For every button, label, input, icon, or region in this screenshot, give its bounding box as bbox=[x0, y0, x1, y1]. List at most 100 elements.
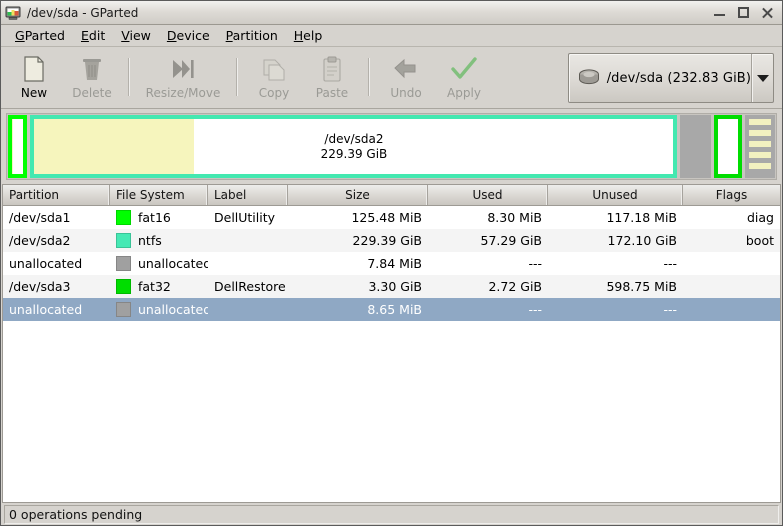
table-row[interactable]: /dev/sda1 fat16 DellUtility 125.48 MiB 8.30 … bbox=[3, 206, 780, 229]
menu-gparted-label: Parted bbox=[24, 28, 65, 43]
column-header-size[interactable]: Size bbox=[288, 185, 428, 205]
filesystem-color-swatch bbox=[116, 256, 131, 271]
maximize-button[interactable] bbox=[736, 5, 751, 20]
device-selector[interactable]: /dev/sda (232.83 GiB) bbox=[567, 53, 774, 103]
cell-partition: unallocated bbox=[9, 256, 83, 271]
status-bar: 0 operations pending bbox=[1, 503, 782, 525]
table-row[interactable]: unallocated unallocated 8.65 MiB --- --- bbox=[3, 298, 780, 321]
cell-filesystem: fat32 bbox=[110, 279, 208, 294]
cell-partition: /dev/sda2 bbox=[9, 233, 71, 248]
menu-device[interactable]: Device bbox=[159, 26, 218, 45]
paste-button[interactable]: Paste bbox=[303, 50, 361, 106]
apply-button[interactable]: Apply bbox=[435, 50, 493, 106]
copy-icon bbox=[259, 55, 289, 83]
used-space-fill bbox=[12, 119, 13, 174]
toolbar: New Delete Resize/Move Copy Paste Undo A… bbox=[1, 47, 782, 109]
table-row[interactable]: unallocated unallocated 7.84 MiB --- --- bbox=[3, 252, 780, 275]
trash-can-icon bbox=[77, 55, 107, 83]
toolbar-separator-3 bbox=[368, 58, 370, 96]
menu-edit-label: dit bbox=[88, 28, 106, 43]
column-header-partition[interactable]: Partition bbox=[3, 185, 110, 205]
cell-size: 229.39 GiB bbox=[352, 233, 422, 248]
cell-size: 8.65 MiB bbox=[367, 302, 422, 317]
filesystem-name: fat32 bbox=[138, 279, 171, 294]
cell-filesystem: ntfs bbox=[110, 233, 208, 248]
disk-segment-sda3[interactable] bbox=[714, 115, 743, 178]
segment-size: 229.39 GiB bbox=[320, 146, 388, 161]
delete-button[interactable]: Delete bbox=[63, 50, 121, 106]
partition-table-body: /dev/sda1 fat16 DellUtility 125.48 MiB 8.30 … bbox=[3, 206, 780, 502]
toolbar-separator-1 bbox=[128, 58, 130, 96]
partition-table-header: Partition File System Label Size Used Unused F… bbox=[3, 185, 780, 206]
menu-edit[interactable]: Edit bbox=[73, 26, 113, 45]
table-row[interactable]: /dev/sda3 fat32 DellRestore 3.30 GiB 2.72 Gi… bbox=[3, 275, 780, 298]
disk-segment-label: /dev/sda2 229.39 GiB bbox=[321, 132, 388, 162]
disk-segment-sda2[interactable]: /dev/sda2 229.39 GiB bbox=[30, 115, 678, 178]
cell-used: 8.30 MiB bbox=[487, 210, 542, 225]
gparted-monitor-icon bbox=[5, 5, 21, 21]
new-button-label: New bbox=[20, 86, 48, 100]
cell-label: DellUtility bbox=[214, 210, 276, 225]
cell-unused: 117.18 MiB bbox=[606, 210, 677, 225]
device-selector-main[interactable]: /dev/sda (232.83 GiB) bbox=[569, 68, 751, 89]
clipboard-paste-icon bbox=[317, 55, 347, 83]
disk-segment-unallocated-4[interactable] bbox=[745, 115, 775, 178]
chevron-down-icon[interactable] bbox=[751, 54, 773, 102]
cell-used: --- bbox=[528, 302, 542, 317]
disk-segment-unallocated-2[interactable] bbox=[680, 115, 712, 178]
disk-graphic: /dev/sda2 229.39 GiB bbox=[6, 113, 777, 180]
cell-size: 125.48 MiB bbox=[351, 210, 422, 225]
used-space-fill bbox=[34, 119, 195, 174]
apply-check-icon bbox=[449, 55, 479, 83]
column-header-label[interactable]: Label bbox=[208, 185, 288, 205]
cell-filesystem: unallocated bbox=[110, 256, 208, 271]
copy-button-label: Copy bbox=[258, 86, 290, 100]
undo-arrow-icon bbox=[391, 55, 421, 83]
menu-help[interactable]: Help bbox=[286, 26, 331, 45]
minimize-button[interactable] bbox=[712, 5, 727, 20]
resize-move-icon bbox=[168, 55, 198, 83]
window-title: /dev/sda - GParted bbox=[27, 5, 139, 20]
cell-unused: 598.75 MiB bbox=[606, 279, 677, 294]
gparted-window: /dev/sda - GParted GParted Edit View Dev… bbox=[0, 0, 783, 526]
close-button[interactable] bbox=[760, 5, 775, 20]
menu-partition[interactable]: Partition bbox=[218, 26, 286, 45]
filesystem-name: unallocated bbox=[138, 256, 208, 271]
cell-partition: unallocated bbox=[9, 302, 83, 317]
filesystem-name: ntfs bbox=[138, 233, 162, 248]
cell-size: 7.84 MiB bbox=[367, 256, 422, 271]
resize-move-button[interactable]: Resize/Move bbox=[137, 50, 229, 106]
hard-disk-icon bbox=[577, 68, 601, 89]
menu-gparted[interactable]: GParted bbox=[7, 26, 73, 45]
menu-device-label: evice bbox=[176, 28, 210, 43]
table-row[interactable]: /dev/sda2 ntfs 229.39 GiB 57.29 GiB 172.10 G… bbox=[3, 229, 780, 252]
column-header-flags[interactable]: Flags bbox=[683, 185, 780, 205]
cell-filesystem: unallocated bbox=[110, 302, 208, 317]
cell-unused: --- bbox=[663, 302, 677, 317]
hatch-pattern bbox=[749, 119, 771, 174]
filesystem-color-swatch bbox=[116, 233, 131, 248]
menu-partition-label: artition bbox=[232, 28, 278, 43]
cell-filesystem: fat16 bbox=[110, 210, 208, 225]
menu-view[interactable]: View bbox=[113, 26, 159, 45]
copy-button[interactable]: Copy bbox=[245, 50, 303, 106]
column-header-used[interactable]: Used bbox=[428, 185, 548, 205]
undo-button[interactable]: Undo bbox=[377, 50, 435, 106]
undo-button-label: Undo bbox=[390, 86, 422, 100]
partition-table: Partition File System Label Size Used Unused F… bbox=[2, 184, 781, 503]
column-header-filesystem[interactable]: File System bbox=[110, 185, 208, 205]
resize-move-button-label: Resize/Move bbox=[145, 86, 221, 100]
cell-used: --- bbox=[528, 256, 542, 271]
column-header-unused[interactable]: Unused bbox=[548, 185, 683, 205]
new-button[interactable]: New bbox=[5, 50, 63, 106]
cell-partition: /dev/sda1 bbox=[9, 210, 71, 225]
status-text: 0 operations pending bbox=[4, 504, 779, 524]
menu-view-label: iew bbox=[129, 28, 151, 43]
filesystem-name: fat16 bbox=[138, 210, 171, 225]
disk-segment-sda1[interactable] bbox=[8, 115, 28, 178]
paste-button-label: Paste bbox=[315, 86, 349, 100]
menu-help-label: elp bbox=[303, 28, 323, 43]
segment-name: /dev/sda2 bbox=[324, 131, 384, 146]
disk-graphic-area: /dev/sda2 229.39 GiB bbox=[1, 109, 782, 184]
filesystem-color-swatch bbox=[116, 279, 131, 294]
